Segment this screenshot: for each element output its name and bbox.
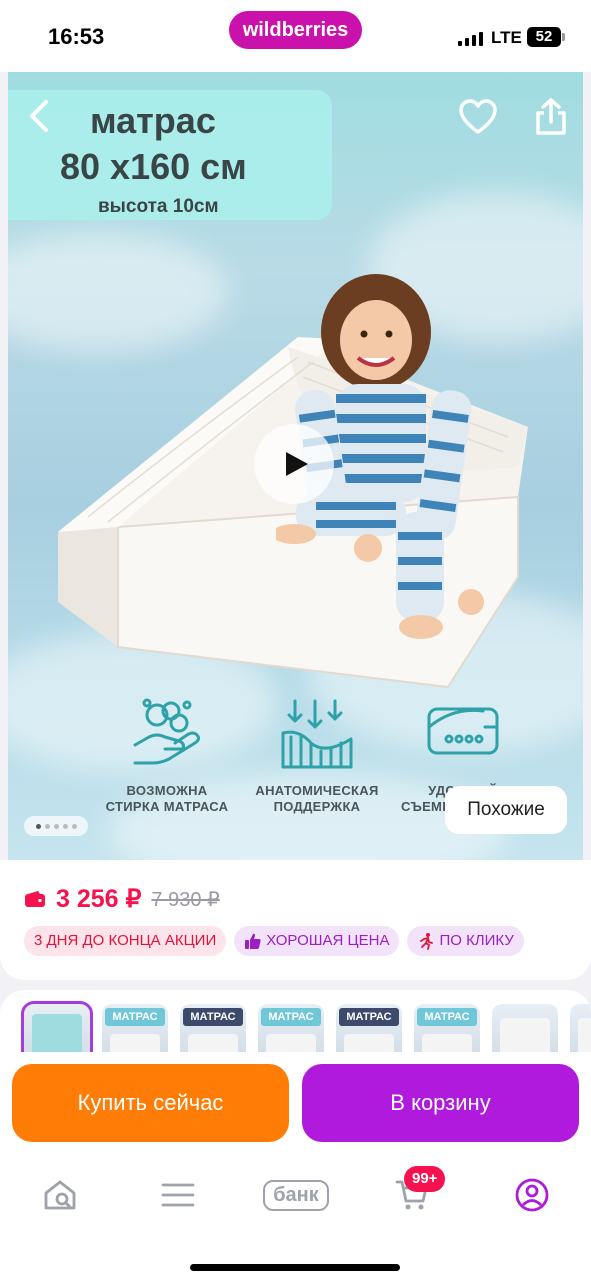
back-icon[interactable] [22,96,58,136]
network-type: LTE [491,28,522,47]
signal-icon [458,32,483,46]
status-time: 16:53 [48,24,105,49]
carousel-dot [71,823,77,829]
product-image-carousel[interactable]: матрас 80 х160 см высота 10см ВОЗМОЖНА С… [8,72,583,860]
profile-icon [515,1178,549,1212]
product-title-line1: матрас [90,100,216,141]
running-person-icon [420,933,434,950]
home-indicator [190,1264,400,1271]
carousel-dot-active [35,823,41,829]
carousel-dot [53,823,59,829]
buy-now-button[interactable]: Купить сейчас [12,1064,289,1142]
feature-washable-line2: СТИРКА МАТРАСА [105,799,229,814]
carousel-dot [44,823,50,829]
one-click-label: ПО КЛИКУ [439,932,514,949]
home-search-icon [44,1180,76,1210]
old-price: 7 930 ₽ [151,888,220,911]
wallet-icon [25,891,45,907]
heart-icon[interactable] [458,98,498,136]
current-price: 3 256 ₽ [56,885,142,913]
cart-badge: 99+ [404,1166,446,1192]
product-title-line3: высота 10см [98,196,219,217]
share-icon[interactable] [534,96,568,136]
add-to-cart-button[interactable]: В корзину [302,1064,579,1142]
feature-orthopedic-line2: ПОДДЕРЖКА [273,799,361,814]
tab-catalog[interactable] [148,1170,208,1220]
feature-orthopedic-line1: АНАТОМИЧЕСКАЯ [255,783,379,798]
feature-washable-line1: ВОЗМОЖНА [126,783,208,798]
tab-home[interactable] [30,1170,90,1220]
feature-orthopedic: АНАТОМИЧЕСКАЯ ПОДДЕРЖКА [242,697,392,815]
play-video-button[interactable] [254,424,334,504]
thumbs-up-icon [245,933,261,949]
promo-deadline-tag[interactable]: 3 ДНЯ ДО КОНЦА АКЦИИ [24,926,227,956]
price-section: 3 256 ₽ 7 930 ₽ 3 ДНЯ ДО КОНЦА АКЦИИ ХОР… [0,860,591,980]
status-bar: 16:53 wildberries LTE 52 [0,0,591,72]
action-bar: Купить сейчас В корзину [0,1052,591,1158]
menu-icon [161,1183,195,1207]
similar-button[interactable]: Похожие [445,786,567,834]
product-title-line2: 80 х160 см [60,146,247,187]
carousel-dot [62,823,68,829]
anatomic-support-icon [281,699,353,769]
brand-pill: wildberries [229,11,362,49]
tab-bank[interactable]: банк [256,1170,336,1220]
bank-label: банк [263,1179,329,1211]
play-icon [286,452,308,476]
wash-icon [133,698,201,765]
tab-profile[interactable] [502,1170,562,1220]
bottom-tab-bar: банк 99+ [0,1158,591,1280]
carousel-indicator [24,816,88,836]
one-click-tag[interactable]: ПО КЛИКУ [407,926,524,956]
promo-deadline-label: 3 ДНЯ ДО КОНЦА АКЦИИ [34,932,217,949]
removable-cover-icon [427,707,499,755]
good-price-label: ХОРОШАЯ ЦЕНА [266,932,390,949]
battery-indicator: 52 [527,27,565,47]
good-price-tag[interactable]: ХОРОШАЯ ЦЕНА [234,926,400,956]
feature-washable: ВОЗМОЖНА СТИРКА МАТРАСА [92,697,242,815]
